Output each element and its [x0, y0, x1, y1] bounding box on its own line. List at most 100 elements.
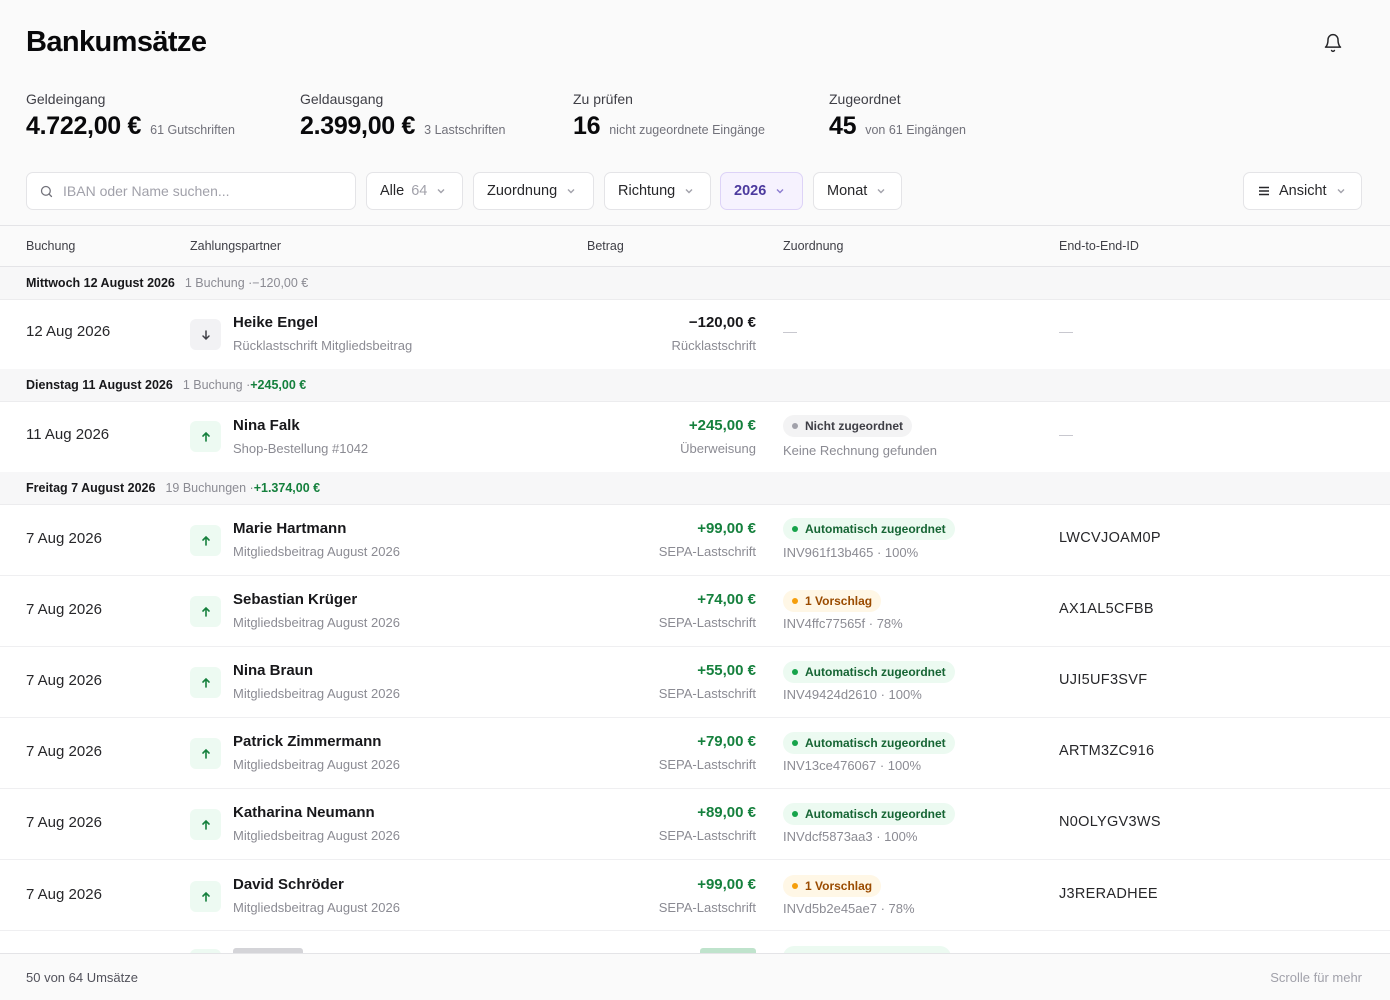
payment-purpose: Mitgliedsbeitrag August 2026	[233, 686, 400, 701]
payment-purpose: Mitgliedsbeitrag August 2026	[233, 615, 400, 630]
status-badge-unassigned[interactable]: Nicht zugeordnet	[783, 415, 912, 437]
column-header-buchung[interactable]: Buchung	[26, 239, 75, 253]
view-button-label: Ansicht	[1279, 183, 1327, 199]
status-badge-auto[interactable]: Automatisch zugeordnet	[783, 661, 955, 683]
invoice-info[interactable]: INV13ce476067 · 100%	[783, 758, 921, 773]
filter-zuordnung[interactable]: Zuordnung	[473, 172, 594, 210]
column-header-e2e[interactable]: End-to-End-ID	[1059, 239, 1139, 253]
filter-alle-label: Alle	[380, 183, 405, 199]
stat-label: Zugeordnet	[829, 91, 901, 107]
status-badge-auto[interactable]: Automatisch zugeordnet	[783, 803, 955, 825]
status-badge-auto[interactable]: Automatisch zugeordnet	[783, 732, 955, 754]
chevron-down-icon	[566, 186, 576, 196]
table-row[interactable]: 12 Aug 2026 Heike Engel Rücklastschrift …	[0, 300, 1390, 371]
status-badge-suggestion[interactable]: 1 Vorschlag	[783, 590, 882, 612]
group-header: Dienstag 11 August 2026 1 Buchung · +245…	[0, 369, 1390, 402]
payment-purpose: Mitgliedsbeitrag August 2026	[233, 544, 400, 559]
payment-method: Rücklastschrift	[671, 338, 756, 353]
partner-name: Sebastian Krüger	[233, 591, 358, 608]
status-dot	[792, 423, 798, 429]
amount: +74,00 €	[697, 591, 756, 608]
e2e-id: UJI5UF3SVF	[1059, 672, 1148, 688]
list-icon	[1259, 186, 1269, 196]
booking-date: 7 Aug 2026	[26, 530, 102, 547]
filter-richtung[interactable]: Richtung	[604, 172, 711, 210]
transactions-table: Buchung Zahlungspartner Betrag Zuordnung…	[0, 225, 1390, 953]
direction-out-badge	[190, 319, 221, 350]
filter-richtung-label: Richtung	[618, 183, 676, 199]
table-row[interactable]: 7 Aug 2026 Nina Braun Mitgliedsbeitrag A…	[0, 647, 1390, 718]
status-badge-label: Automatisch zugeordnet	[805, 736, 946, 750]
column-header-zuordnung[interactable]: Zuordnung	[783, 239, 843, 253]
amount: −120,00 €	[688, 314, 756, 331]
partner-name: Nina Braun	[233, 662, 314, 679]
status-badge-label: Automatisch zugeordnet	[805, 807, 946, 821]
filter-alle[interactable]: Alle 64	[366, 172, 463, 210]
bell-icon	[1324, 33, 1342, 53]
group-header: Freitag 7 August 2026 19 Buchungen · +1.…	[0, 472, 1390, 505]
status-badge-label: 1 Vorschlag	[805, 879, 873, 893]
arrow-down-icon	[201, 329, 210, 340]
direction-in-badge	[190, 525, 221, 556]
invoice-info[interactable]: INVd5b2e45ae7 · 78%	[783, 901, 915, 916]
direction-in-badge	[190, 596, 221, 627]
filter-year[interactable]: 2026	[720, 172, 803, 210]
table-row[interactable]: 7 Aug 2026 Patrick Zimmermann Mitgliedsb…	[0, 718, 1390, 789]
group-sum: +245,00 €	[250, 378, 307, 392]
stat-zugeordnet: Zugeordnet 45 von 61 Eingängen	[829, 91, 966, 141]
stat-geldeingang: Geldeingang 4.722,00 € 61 Gutschriften	[26, 91, 235, 141]
payment-method: Überweisung	[680, 441, 756, 456]
partner-name: Marie Hartmann	[233, 520, 347, 537]
amount: +89,00 €	[697, 804, 756, 821]
status-badge-auto	[783, 946, 951, 953]
e2e-id: LWCVJOAM0P	[1059, 530, 1161, 546]
table-row-partial[interactable]	[0, 931, 1390, 953]
invoice-info[interactable]: INV49424d2610 · 100%	[783, 687, 922, 702]
table-row[interactable]: 7 Aug 2026 Katharina Neumann Mitgliedsbe…	[0, 789, 1390, 860]
invoice-info[interactable]: INV961f13b465 · 100%	[783, 545, 918, 560]
payment-purpose: Rücklastschrift Mitgliedsbeitrag	[233, 338, 413, 353]
arrow-up-icon	[201, 891, 210, 902]
invoice-info[interactable]: INV4ffc77565f · 78%	[783, 616, 903, 631]
partner-name: Heike Engel	[233, 314, 319, 331]
e2e-id: J3RERADHEE	[1059, 886, 1158, 902]
booking-date: 12 Aug 2026	[26, 323, 111, 340]
booking-date: 7 Aug 2026	[26, 814, 102, 831]
stat-value: 16	[573, 112, 601, 140]
table-row[interactable]: 7 Aug 2026 Sebastian Krüger Mitgliedsbei…	[0, 576, 1390, 647]
result-count: 50 von 64 Umsätze	[26, 970, 139, 985]
table-row[interactable]: 11 Aug 2026 Nina Falk Shop-Bestellung #1…	[0, 402, 1390, 473]
status-badge-auto[interactable]: Automatisch zugeordnet	[783, 518, 955, 540]
arrow-up-icon	[201, 677, 210, 688]
invoice-info[interactable]: INVdcf5873aa3 · 100%	[783, 829, 917, 844]
status-dot	[792, 883, 798, 889]
booking-date: 7 Aug 2026	[26, 743, 102, 760]
payment-method: SEPA-Lastschrift	[658, 828, 756, 843]
page-header: Bankumsätze Geldeingang 4.722,00 € 61 Gu…	[0, 0, 1390, 225]
payment-purpose: Mitgliedsbeitrag August 2026	[233, 757, 400, 772]
filter-monat[interactable]: Monat	[813, 172, 902, 210]
group-meta: 1 Buchung ·	[184, 276, 253, 290]
payment-purpose: Mitgliedsbeitrag August 2026	[233, 828, 400, 843]
column-header-betrag[interactable]: Betrag	[587, 239, 624, 253]
direction-in-badge	[190, 881, 221, 912]
invoice-info: Keine Rechnung gefunden	[783, 443, 937, 458]
status-dot	[792, 526, 798, 532]
group-header: Mittwoch 12 August 2026 1 Buchung · −120…	[0, 267, 1390, 300]
status-badge-suggestion[interactable]: 1 Vorschlag	[783, 875, 882, 897]
stat-zu-pruefen: Zu prüfen 16 nicht zugeordnete Eingänge	[573, 91, 765, 141]
table-row[interactable]: 7 Aug 2026 David Schröder Mitgliedsbeitr…	[0, 860, 1390, 931]
stat-sub: von 61 Eingängen	[865, 123, 966, 137]
stat-value: 2.399,00 €	[300, 112, 416, 140]
view-button[interactable]: Ansicht	[1243, 172, 1362, 210]
filter-alle-count: 64	[411, 183, 428, 199]
stat-sub: 3 Lastschriften	[424, 123, 506, 137]
e2e-id: ARTM3ZC916	[1059, 743, 1155, 759]
search-input[interactable]: IBAN oder Name suchen...	[26, 172, 356, 210]
table-row[interactable]: 7 Aug 2026 Marie Hartmann Mitgliedsbeitr…	[0, 505, 1390, 576]
column-header-zahlungspartner[interactable]: Zahlungspartner	[190, 239, 281, 253]
amount: +245,00 €	[688, 417, 756, 434]
notifications-button[interactable]	[1319, 29, 1347, 57]
direction-in-badge	[190, 809, 221, 840]
direction-in-badge	[190, 738, 221, 769]
